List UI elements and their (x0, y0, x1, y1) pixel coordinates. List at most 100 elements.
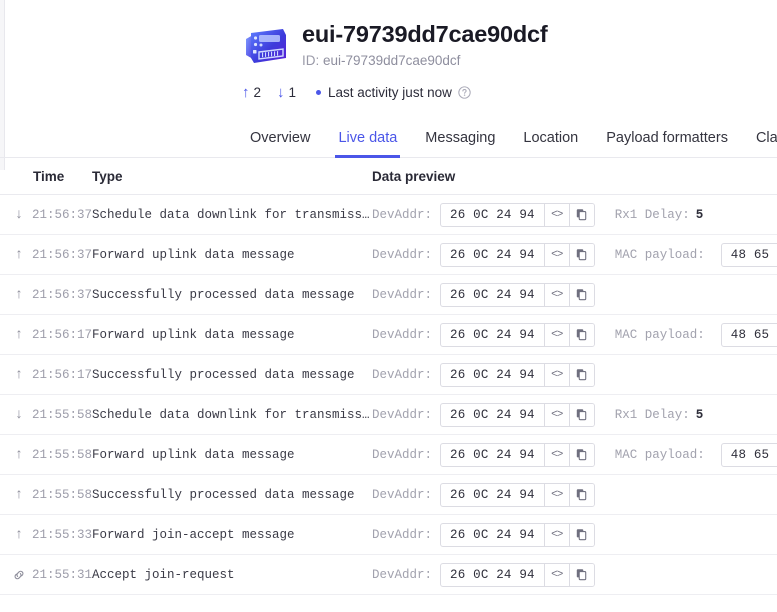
table-row[interactable]: ↓ 21:55:58 Schedule data downlink for tran… (0, 395, 777, 435)
toggle-format-button[interactable]: <> (543, 483, 569, 506)
device-title-text: eui-79739dd7cae90dcf ID: eui-79739dd7cae… (302, 21, 548, 68)
copy-icon[interactable] (568, 243, 594, 266)
row-type: Accept join-request (92, 567, 235, 582)
devaddr-value-group: 26 0C 24 94 <> (440, 522, 595, 547)
row-data-preview: DevAddr: 26 0C 24 94 <> (372, 522, 777, 547)
devaddr-value-group: 26 0C 24 94 <> (440, 202, 595, 227)
copy-icon[interactable] (568, 363, 594, 386)
arrow-up-icon: ↑ (14, 246, 24, 263)
row-time-cell: 21:55:31 (0, 568, 92, 582)
devaddr-value: 26 0C 24 94 (450, 407, 535, 422)
arrow-down-icon: ↓ (14, 406, 24, 423)
last-activity-text: Last activity just now (328, 85, 452, 100)
arrow-up-icon: ↑ (14, 446, 24, 463)
table-row[interactable]: ↓ 21:56:37 Schedule data downlink for tran… (0, 195, 777, 235)
copy-icon[interactable] (568, 323, 594, 346)
table-row[interactable]: ↑ 21:55:33 Forward join-accept message DevA… (0, 515, 777, 555)
devaddr-value: 26 0C 24 94 (450, 327, 535, 342)
column-header-time: Time (33, 168, 65, 184)
row-type: Schedule data downlink for transmiss… (92, 407, 370, 422)
row-time-cell: ↑ 21:56:37 (0, 288, 92, 302)
rx1-delay-value: 5 (695, 207, 704, 222)
row-time-cell: ↑ 21:56:17 (0, 328, 92, 342)
devaddr-value-group: 26 0C 24 94 <> (440, 442, 595, 467)
question-circle-icon[interactable] (458, 86, 471, 99)
devaddr-label: DevAddr: (372, 247, 433, 262)
table-row[interactable]: ↑ 21:56:37 Forward uplink data message DevA… (0, 235, 777, 275)
row-type: Successfully processed data message (92, 287, 355, 302)
mac-payload-value-group: 48 65 6C 6C (720, 322, 777, 347)
device-title-row: eui-79739dd7cae90dcf ID: eui-79739dd7cae… (0, 21, 777, 69)
toggle-format-button[interactable]: <> (543, 363, 569, 386)
row-time-cell: ↑ 21:55:58 (0, 488, 92, 502)
mac-payload-label: MAC payload: (614, 327, 705, 342)
copy-icon[interactable] (568, 523, 594, 546)
row-data-preview: DevAddr: 26 0C 24 94 <> Rx1 Delay: 5 (372, 202, 777, 227)
table-row[interactable]: ↑ 21:55:58 Successfully processed data mes… (0, 475, 777, 515)
row-time-cell: ↑ 21:55:33 (0, 528, 92, 542)
toggle-format-button[interactable]: <> (543, 523, 569, 546)
row-time-cell: ↑ 21:55:58 (0, 448, 92, 462)
row-data-preview: DevAddr: 26 0C 24 94 <> MAC payload: 48 65 6… (372, 322, 777, 347)
rx1-delay: Rx1 Delay: 5 (615, 408, 704, 422)
devaddr-value: 26 0C 24 94 (450, 447, 535, 462)
devaddr-value-group: 26 0C 24 94 <> (440, 402, 595, 427)
row-time-cell: ↑ 21:56:17 (0, 368, 92, 382)
table-row[interactable]: 21:55:31 Accept join-request DevAddr: 26 0C… (0, 555, 777, 595)
copy-icon[interactable] (568, 483, 594, 506)
row-data-preview: DevAddr: 26 0C 24 94 <> (372, 562, 777, 587)
link-icon (12, 568, 26, 582)
column-header-data-preview: Data preview (372, 168, 456, 184)
live-data-table: Time Type Data preview ↓ 21:56:37 Schedule… (0, 158, 777, 595)
tab-bar: Overview Live data Messaging Location Pa… (0, 118, 777, 158)
table-row[interactable]: ↑ 21:56:17 Successfully processed data mes… (0, 355, 777, 395)
toggle-format-button[interactable]: <> (543, 323, 569, 346)
tab-payload-formatters[interactable]: Payload formatters (606, 130, 728, 157)
toggle-format-button[interactable]: <> (543, 563, 569, 586)
row-time: 21:56:37 (32, 207, 93, 222)
devaddr-value: 26 0C 24 94 (450, 367, 535, 382)
copy-icon[interactable] (568, 443, 594, 466)
row-time: 21:56:37 (32, 287, 93, 302)
row-time: 21:56:17 (32, 327, 93, 342)
row-data-preview: DevAddr: 26 0C 24 94 <> MAC payload: 48 65 6… (372, 242, 777, 267)
devaddr-value: 26 0C 24 94 (450, 247, 535, 262)
tab-overview[interactable]: Overview (250, 130, 310, 157)
tab-claiming[interactable]: Claiming (756, 130, 777, 157)
copy-icon[interactable] (568, 563, 594, 586)
row-type: Successfully processed data message (92, 487, 355, 502)
copy-icon[interactable] (568, 283, 594, 306)
toggle-format-button[interactable]: <> (543, 443, 569, 466)
devaddr-value: 26 0C 24 94 (450, 287, 535, 302)
row-time-cell: ↓ 21:55:58 (0, 408, 92, 422)
table-row[interactable]: ↑ 21:56:37 Successfully processed data mes… (0, 275, 777, 315)
copy-icon[interactable] (568, 403, 594, 426)
device-id-value: eui-79739dd7cae90dcf (323, 52, 461, 68)
toggle-format-button[interactable]: <> (543, 243, 569, 266)
tab-live-data[interactable]: Live data (335, 130, 401, 158)
arrow-up-icon: ↑ (14, 486, 24, 503)
tab-messaging[interactable]: Messaging (425, 130, 495, 157)
row-data-preview: DevAddr: 26 0C 24 94 <> (372, 282, 777, 307)
arrow-up-icon: ↑ (242, 84, 250, 101)
row-data-preview: DevAddr: 26 0C 24 94 <> Rx1 Delay: 5 (372, 402, 777, 427)
arrow-up-icon: ↑ (14, 286, 24, 303)
toggle-format-button[interactable]: <> (543, 403, 569, 426)
table-row[interactable]: ↑ 21:55:58 Forward uplink data message DevA… (0, 435, 777, 475)
row-time: 21:55:58 (32, 487, 93, 502)
copy-icon[interactable] (568, 203, 594, 226)
row-time: 21:55:58 (32, 407, 93, 422)
toggle-format-button[interactable]: <> (543, 283, 569, 306)
row-type: Successfully processed data message (92, 367, 355, 382)
table-row[interactable]: ↑ 21:56:17 Forward uplink data message DevA… (0, 315, 777, 355)
rx1-delay: Rx1 Delay: 5 (615, 208, 704, 222)
tab-location[interactable]: Location (523, 130, 578, 157)
rx1-delay-label: Rx1 Delay: (614, 407, 690, 422)
rx1-delay-label: Rx1 Delay: (614, 207, 690, 222)
devaddr-label: DevAddr: (372, 527, 433, 542)
device-header: eui-79739dd7cae90dcf ID: eui-79739dd7cae… (0, 0, 777, 100)
tab-list: Overview Live data Messaging Location Pa… (0, 118, 777, 158)
row-type: Forward uplink data message (92, 327, 295, 342)
toggle-format-button[interactable]: <> (543, 203, 569, 226)
mac-payload-value-group: 48 65 6C 6C (720, 442, 777, 467)
